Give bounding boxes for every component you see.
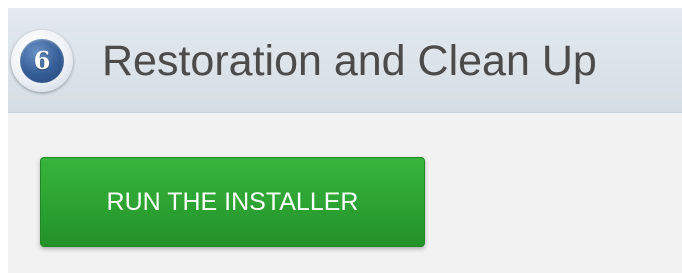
- run-installer-button[interactable]: RUN THE INSTALLER: [40, 157, 425, 247]
- step-header: 6 Restoration and Clean Up: [8, 8, 682, 113]
- step-panel: 6 Restoration and Clean Up RUN THE INSTA…: [8, 8, 682, 273]
- step-number: 6: [20, 39, 64, 83]
- step-title: Restoration and Clean Up: [102, 37, 597, 85]
- step-number-badge: 6: [11, 30, 73, 92]
- run-installer-button-label: RUN THE INSTALLER: [106, 188, 359, 216]
